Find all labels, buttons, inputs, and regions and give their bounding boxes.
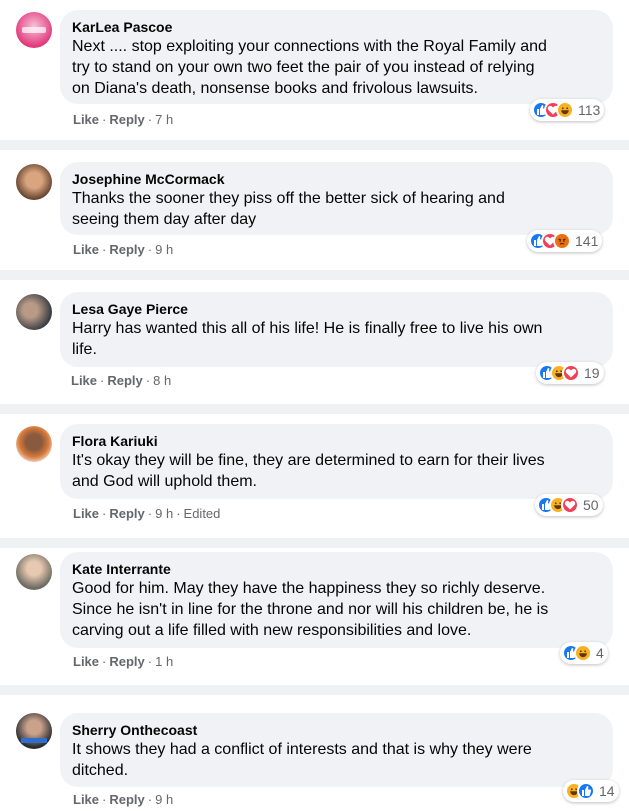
comment-bubble: Josephine McCormack Thanks the sooner th… [60,162,613,235]
love-icon [562,364,580,382]
timestamp[interactable]: 9 h [155,506,173,521]
reactions-summary[interactable]: 14 [563,780,619,802]
comment: Flora Kariuki It's okay they will be fin… [0,414,629,538]
comment-text: Next .... stop exploiting your connectio… [72,38,547,97]
comment-author[interactable]: Lesa Gaye Pierce [72,300,601,318]
comment-text: Thanks the sooner they piss off the bett… [72,190,505,228]
reactions-summary[interactable]: 50 [535,494,603,516]
timestamp[interactable]: 1 h [155,654,173,669]
comment-author[interactable]: Kate Interrante [72,560,601,578]
comment: Lesa Gaye Pierce Harry has wanted this a… [0,280,629,404]
reaction-count: 113 [578,102,601,118]
comment-bubble: Sherry Onthecoast It shows they had a co… [60,713,613,787]
love-icon [561,496,579,514]
comment-author[interactable]: KarLea Pascoe [72,18,601,36]
comment-bubble: KarLea Pascoe Next .... stop exploiting … [60,10,613,104]
comment-text: Harry has wanted this all of his life! H… [72,320,543,358]
reply-button[interactable]: Reply [109,112,144,127]
comment-author[interactable]: Flora Kariuki [72,432,601,450]
comment-actions: Like · Reply · 8 h [71,373,172,388]
comment-actions: Like · Reply · 9 h · Edited [73,506,221,521]
haha-icon [574,644,592,662]
reactions-summary[interactable]: 113 [530,99,605,121]
comment: KarLea Pascoe Next .... stop exploiting … [0,0,629,140]
comment-actions: Like · Reply · 9 h [73,792,174,807]
comment-text: It's okay they will be fine, they are de… [72,452,545,490]
timestamp[interactable]: 9 h [155,792,173,807]
like-button[interactable]: Like [73,112,99,127]
reaction-count: 14 [599,783,615,799]
like-button[interactable]: Like [73,654,99,669]
comment: Josephine McCormack Thanks the sooner th… [0,150,629,270]
reaction-count: 141 [575,233,599,249]
comment-author[interactable]: Josephine McCormack [72,170,601,188]
timestamp[interactable]: 8 h [153,373,171,388]
timestamp[interactable]: 7 h [155,112,173,127]
comment-author[interactable]: Sherry Onthecoast [72,721,601,739]
comment-bubble: Kate Interrante Good for him. May they h… [60,552,613,648]
comment: Kate Interrante Good for him. May they h… [0,548,629,685]
reaction-count: 4 [596,645,604,661]
comment-text: It shows they had a conflict of interest… [72,741,532,779]
comment-actions: Like · Reply · 7 h [73,112,174,127]
reaction-count: 50 [583,497,599,513]
comment-actions: Like · Reply · 1 h [73,654,174,669]
like-button[interactable]: Like [71,373,97,388]
reactions-summary[interactable]: 4 [560,642,608,664]
avatar[interactable] [16,294,52,330]
haha-icon [556,101,574,119]
comment-bubble: Flora Kariuki It's okay they will be fin… [60,424,613,499]
timestamp[interactable]: 9 h [155,242,173,257]
avatar[interactable] [16,12,52,48]
reaction-count: 19 [584,365,600,381]
comment: Sherry Onthecoast It shows they had a co… [0,695,629,811]
comment-actions: Like · Reply · 9 h [73,242,174,257]
angry-icon [553,232,571,250]
avatar[interactable] [16,426,52,462]
reply-button[interactable]: Reply [109,242,144,257]
comment-bubble: Lesa Gaye Pierce Harry has wanted this a… [60,292,613,367]
avatar[interactable] [16,713,52,749]
like-button[interactable]: Like [73,242,99,257]
like-button[interactable]: Like [73,506,99,521]
reply-button[interactable]: Reply [109,654,144,669]
like-button[interactable]: Like [73,792,99,807]
like-icon [577,782,595,800]
reply-button[interactable]: Reply [109,506,144,521]
edited-label[interactable]: Edited [184,506,221,521]
avatar[interactable] [16,554,52,590]
reply-button[interactable]: Reply [107,373,142,388]
comment-text: Good for him. May they have the happines… [72,580,549,639]
avatar[interactable] [16,164,52,200]
reply-button[interactable]: Reply [109,792,144,807]
reactions-summary[interactable]: 19 [536,362,604,384]
reactions-summary[interactable]: 141 [527,230,603,252]
